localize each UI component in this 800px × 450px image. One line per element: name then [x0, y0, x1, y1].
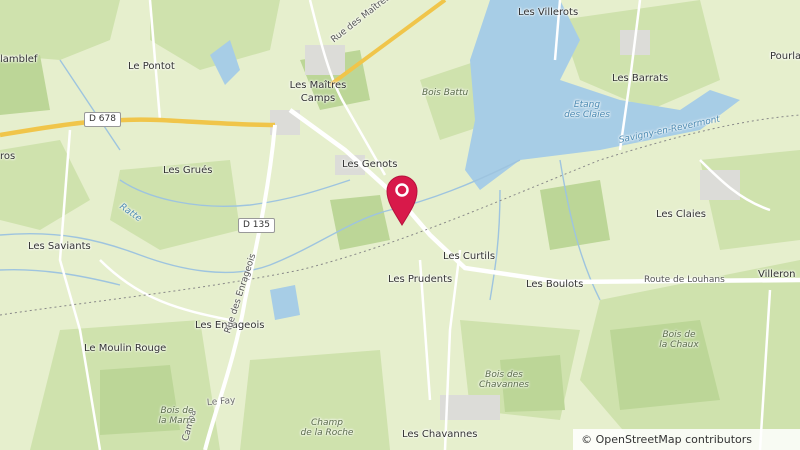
- wood-label-line: de la Roche: [300, 428, 354, 439]
- map-pin-icon: [386, 175, 418, 226]
- place-label: Les Boulots: [526, 279, 584, 290]
- place-label: Villeron: [758, 269, 796, 280]
- water-label-line: des Claies: [564, 110, 610, 121]
- wood-label-line: Chavannes: [479, 380, 529, 391]
- place-label: Pourla: [770, 51, 800, 62]
- place-label: Le Moulin Rouge: [84, 343, 167, 354]
- wood-label-line: Bois de: [662, 330, 696, 340]
- road-shield-d678: D 678: [84, 112, 121, 127]
- wood-label-line: Bois des: [485, 370, 523, 380]
- wood-label: Bois de la Chaux: [654, 330, 704, 351]
- place-label: Les Prudents: [388, 274, 453, 285]
- place-label: Les Curtils: [443, 251, 496, 262]
- place-label: Les Saviants: [28, 241, 91, 252]
- wood-label-line: la Chaux: [659, 340, 699, 351]
- place-label: Les Maîtres Camps: [289, 80, 347, 104]
- place-label: Les Barrats: [612, 73, 669, 84]
- wood-label-bois-battu: Bois Battu: [422, 88, 469, 98]
- road-name-label: Route de Louhans: [644, 275, 725, 285]
- road-shield-d135: D 135: [238, 218, 275, 233]
- pond: [270, 285, 300, 320]
- water-label-line: Etang: [573, 100, 601, 110]
- wood-label-line: Champ: [311, 418, 343, 428]
- wood-label: Bois de la Marre: [152, 406, 202, 427]
- place-label: Le Pontot: [128, 61, 175, 72]
- place-label: Les Grués: [163, 165, 213, 176]
- wood-label: Bois des Chavannes: [474, 370, 534, 391]
- place-label: Les Chavannes: [402, 429, 478, 440]
- map-view[interactable]: D 678 D 135 Les Villerots Pourla lamblef…: [0, 0, 800, 450]
- location-marker-pin[interactable]: [385, 172, 419, 226]
- map-attribution[interactable]: © OpenStreetMap contributors: [573, 429, 800, 450]
- wood-label: Champ de la Roche: [292, 418, 362, 439]
- wood-label-line: la Marre: [158, 416, 196, 427]
- place-label: ros: [0, 151, 16, 162]
- place-label: Les Villerots: [518, 7, 579, 18]
- wood-label-line: Bois de: [160, 406, 194, 416]
- place-label: Les Genots: [342, 159, 398, 170]
- place-label: lamblef: [0, 54, 38, 65]
- water-label: Etang des Claies: [562, 100, 612, 121]
- place-label: Les Claies: [656, 209, 706, 220]
